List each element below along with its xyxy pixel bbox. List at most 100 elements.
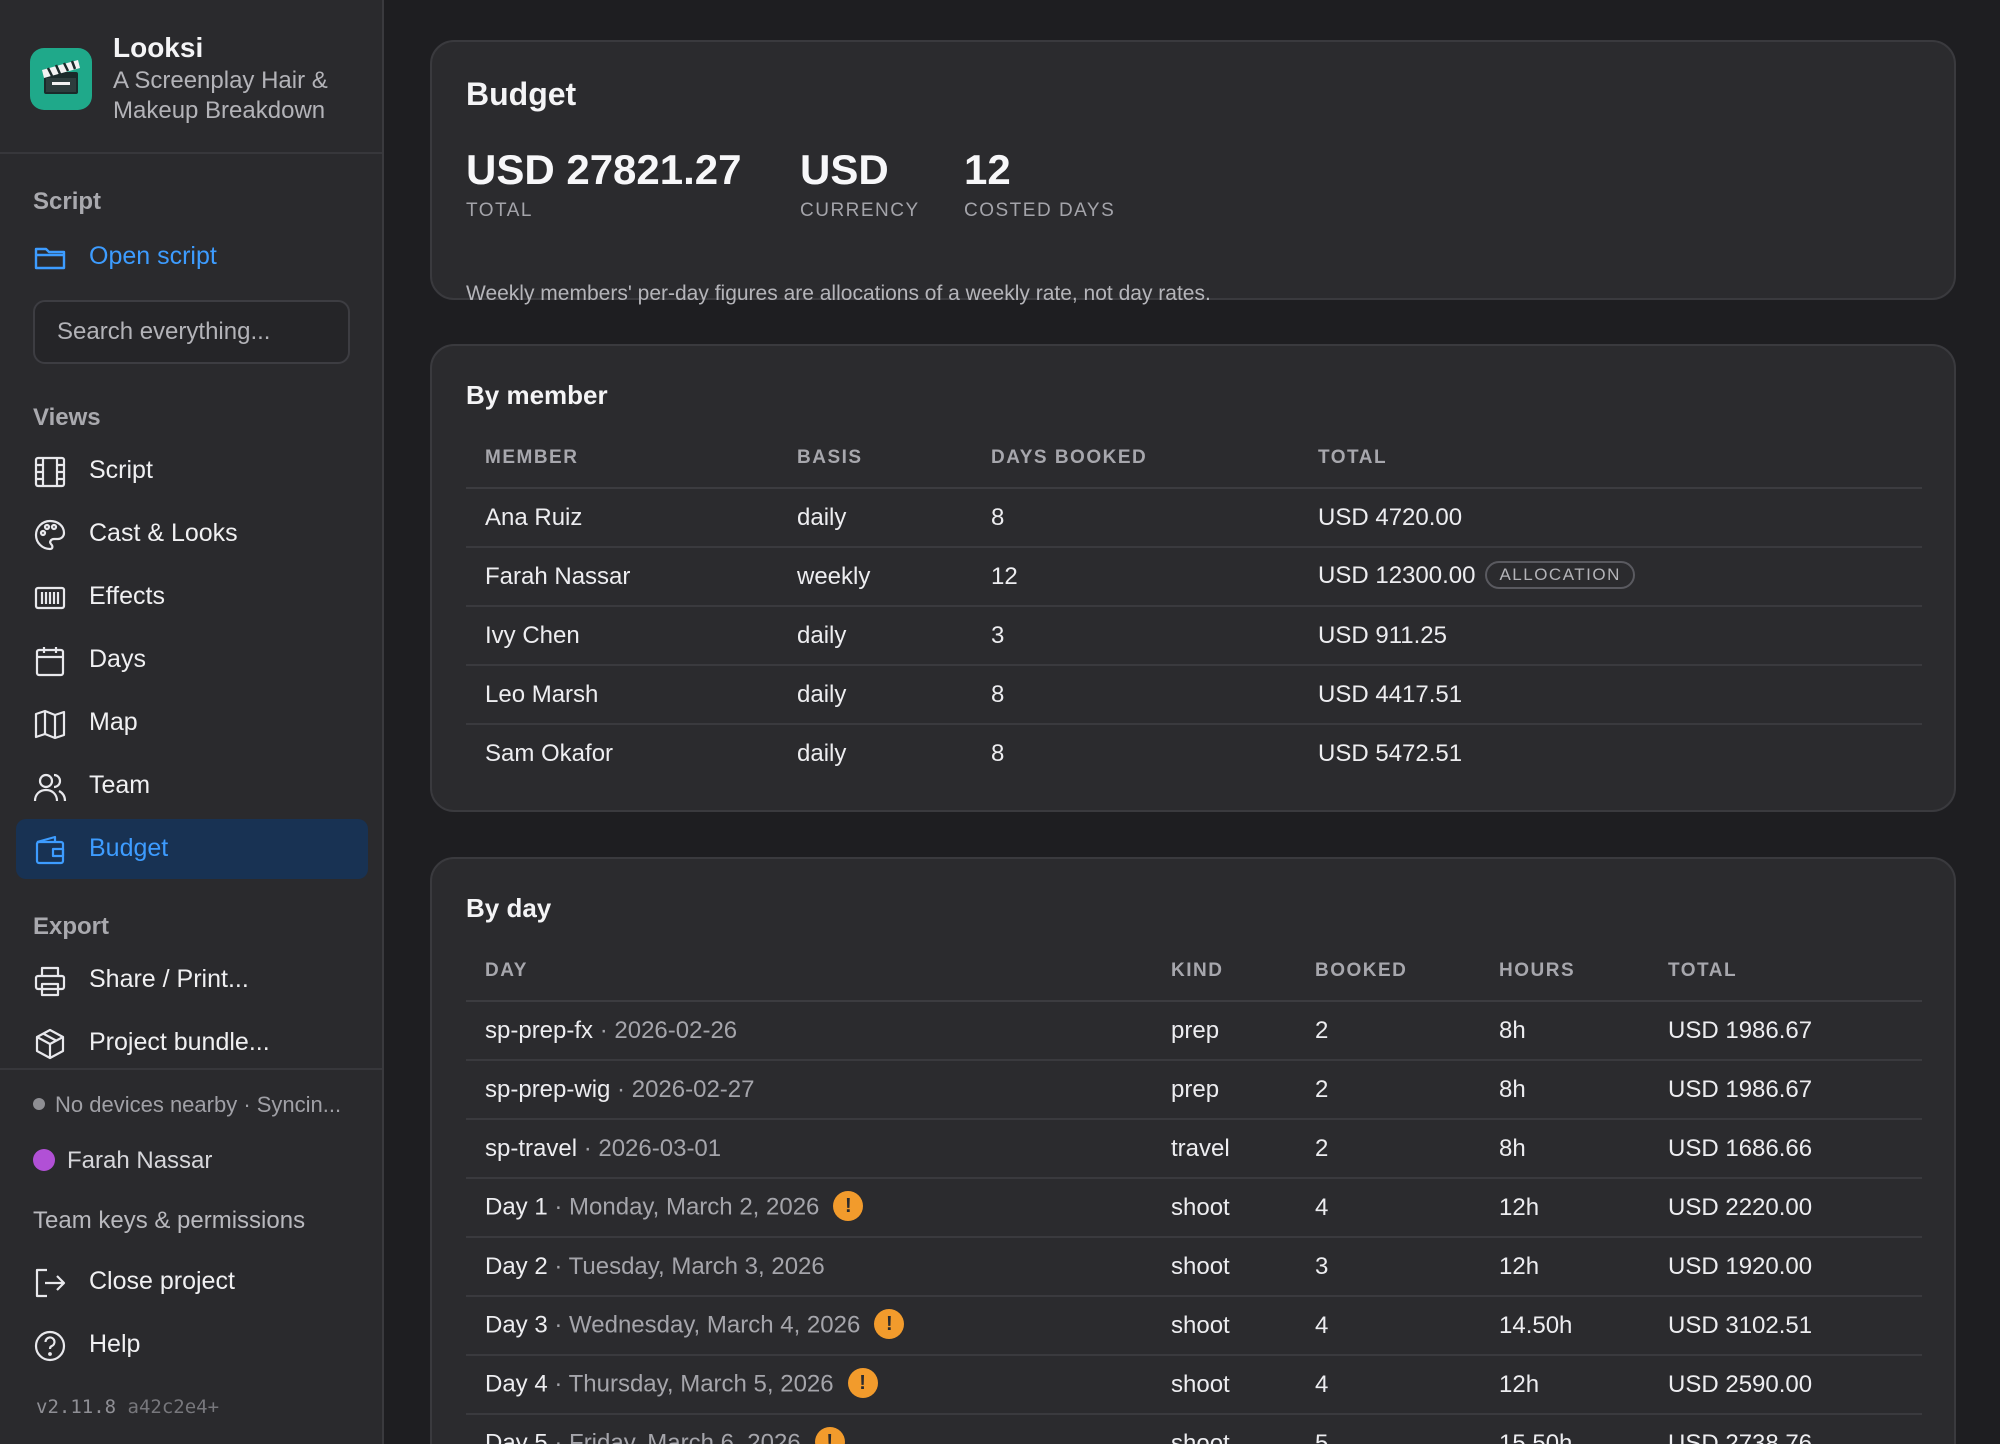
nav-item-days[interactable]: Days — [16, 630, 368, 690]
day-date: Monday, March 2, 2026 — [569, 1192, 820, 1220]
day-total: USD 1986.67 — [1649, 1060, 1922, 1120]
by-member-title: By member — [466, 380, 608, 410]
table-row[interactable]: Day 2 · Tuesday, March 3, 2026 shoot 3 12h U… — [466, 1237, 1922, 1297]
day-name: Day 4 — [485, 1369, 548, 1397]
currency-value: USD — [800, 146, 889, 193]
day-date: Thursday, March 5, 2026 — [568, 1369, 834, 1397]
nav-item-script[interactable]: Script — [16, 441, 368, 501]
day-cell: Day 5 · Friday, March 6, 2026! — [466, 1414, 1152, 1444]
day-separator: · — [547, 1429, 570, 1444]
day-separator: · — [547, 1310, 570, 1338]
nav-label-effects: Effects — [89, 582, 165, 610]
day-booked: 5 — [1315, 1430, 1329, 1444]
day-total: USD 2590.00 — [1649, 1355, 1922, 1415]
day-hours: 15.50h — [1499, 1430, 1573, 1444]
warning-icon[interactable]: ! — [847, 1367, 878, 1398]
table-row[interactable]: Ana Ruiz daily 8 USD 4720.00 — [466, 488, 1922, 548]
day-cell: sp-prep-fx · 2026-02-26 — [466, 1001, 1152, 1061]
warning-icon[interactable]: ! — [814, 1427, 845, 1444]
member-days-booked: 8 — [972, 488, 1299, 548]
help-icon — [33, 1329, 67, 1363]
member-total-cell: USD 5472.51 — [1299, 724, 1922, 783]
sync-status-text: No devices nearby · Syncin... — [55, 1092, 342, 1117]
team-keys-link[interactable]: Team keys & permissions — [33, 1207, 305, 1235]
app-subtitle: A Screenplay Hair & Makeup Breakdown — [113, 67, 328, 124]
member-days-booked: 3 — [972, 606, 1299, 666]
day-date: Tuesday, March 3, 2026 — [568, 1252, 825, 1280]
status-dot — [33, 1098, 45, 1111]
warning-icon[interactable]: ! — [874, 1308, 905, 1339]
column-header: TOTAL — [1649, 941, 1922, 1002]
nav-item-cast-looks[interactable]: Cast & Looks — [16, 504, 368, 564]
day-date: 2026-03-01 — [598, 1134, 722, 1162]
table-row[interactable]: Day 3 · Wednesday, March 4, 2026! shoot 4 1… — [466, 1296, 1922, 1356]
day-booked: 2 — [1296, 1001, 1480, 1061]
day-booked: 4 — [1296, 1355, 1480, 1415]
costed-days-value: 12 — [964, 146, 1011, 193]
day-separator: · — [547, 1192, 570, 1220]
nav-label-team: Team — [89, 771, 151, 799]
day-total: USD 1920.00 — [1649, 1237, 1922, 1297]
day-separator: · — [547, 1369, 569, 1397]
project-bundle-button[interactable]: Project bundle... — [16, 1013, 368, 1073]
member-name: Farah Nassar — [466, 547, 778, 607]
package-icon — [33, 1027, 67, 1061]
printer-icon — [33, 964, 67, 998]
wallet-icon — [33, 833, 67, 867]
nav-item-budget[interactable]: Budget — [16, 819, 368, 879]
member-table: MEMBER BASIS DAYS BOOKED TOTAL Ana Ruiz d… — [466, 428, 1922, 783]
column-header: BOOKED — [1296, 941, 1480, 1002]
nav-label-cast-looks: Cast & Looks — [89, 519, 238, 547]
day-cell: Day 2 · Tuesday, March 3, 2026 — [466, 1237, 1152, 1297]
people-icon — [33, 770, 67, 804]
table-row[interactable]: Sam Okafor daily 8 USD 5472.51 — [466, 724, 1922, 783]
day-cell: sp-travel · 2026-03-01 — [466, 1119, 1152, 1179]
costed-days-label: COSTED DAYS — [964, 200, 1116, 221]
nav-label-days: Days — [89, 645, 146, 673]
table-row[interactable]: sp-travel · 2026-03-01 travel 2 8h USD 1686.… — [466, 1119, 1922, 1179]
calendar-icon — [33, 644, 67, 678]
app-header: Looksi A Screenplay Hair & Makeup Breakd… — [0, 0, 382, 154]
search-input[interactable] — [33, 300, 350, 364]
table-row[interactable]: Day 5 · Friday, March 6, 2026! shoot 5 15.5… — [466, 1414, 1922, 1444]
export-section-label: Export — [33, 913, 110, 940]
member-total-cell: USD 4720.00 — [1299, 488, 1922, 548]
table-row[interactable]: sp-prep-wig · 2026-02-27 prep 2 8h USD 1986.… — [466, 1060, 1922, 1120]
build-hash: a42c2e4+ — [127, 1396, 220, 1418]
day-booked: 3 — [1296, 1237, 1480, 1297]
day-hours: 12h — [1480, 1237, 1649, 1297]
share-print-button[interactable]: Share / Print... — [16, 950, 368, 1010]
nav-item-effects[interactable]: Effects — [16, 567, 368, 627]
app-logo — [30, 48, 92, 110]
current-user[interactable]: Farah Nassar — [33, 1147, 212, 1175]
day-kind: shoot — [1152, 1296, 1296, 1356]
views-section-label: Views — [33, 404, 101, 431]
help-button[interactable]: Help — [16, 1315, 368, 1375]
close-project-button[interactable]: Close project — [16, 1252, 368, 1312]
nav-item-team[interactable]: Team — [16, 756, 368, 816]
table-row[interactable]: Ivy Chen daily 3 USD 911.25 — [466, 606, 1922, 666]
member-total: USD 12300.00 — [1318, 562, 1476, 590]
day-total: USD 2738.76 — [1668, 1430, 1813, 1444]
nav-item-map[interactable]: Map — [16, 693, 368, 753]
day-total: USD 1986.67 — [1649, 1001, 1922, 1061]
member-total: USD 4720.00 — [1318, 503, 1463, 531]
table-row[interactable]: Farah Nassar weekly 12 USD 12300.00 ALLOCATI… — [466, 547, 1922, 607]
budget-summary-card: Budget USD 27821.27 TOTAL USD CURRENCY 1… — [430, 40, 1956, 305]
avatar — [33, 1148, 55, 1171]
table-row[interactable]: sp-prep-fx · 2026-02-26 prep 2 8h USD 1986.6… — [466, 1001, 1922, 1061]
sidebar-divider — [0, 1068, 382, 1070]
warning-icon[interactable]: ! — [833, 1190, 864, 1221]
day-separator: · — [593, 1016, 615, 1044]
column-header: DAYS BOOKED — [972, 428, 1299, 489]
member-total-cell: USD 911.25 — [1299, 606, 1922, 666]
help-label: Help — [89, 1330, 141, 1358]
table-row[interactable]: Day 4 · Thursday, March 5, 2026! shoot 4 12… — [466, 1355, 1922, 1415]
day-date: 2026-02-26 — [614, 1016, 738, 1044]
sync-status: No devices nearby · Syncin... — [33, 1092, 341, 1118]
day-total: USD 1686.66 — [1649, 1119, 1922, 1179]
member-basis: weekly — [778, 547, 972, 607]
open-script-button[interactable]: Open script — [16, 227, 368, 287]
table-row[interactable]: Leo Marsh daily 8 USD 4417.51 — [466, 665, 1922, 725]
table-row[interactable]: Day 1 · Monday, March 2, 2026! shoot 4 12h U… — [466, 1178, 1922, 1238]
